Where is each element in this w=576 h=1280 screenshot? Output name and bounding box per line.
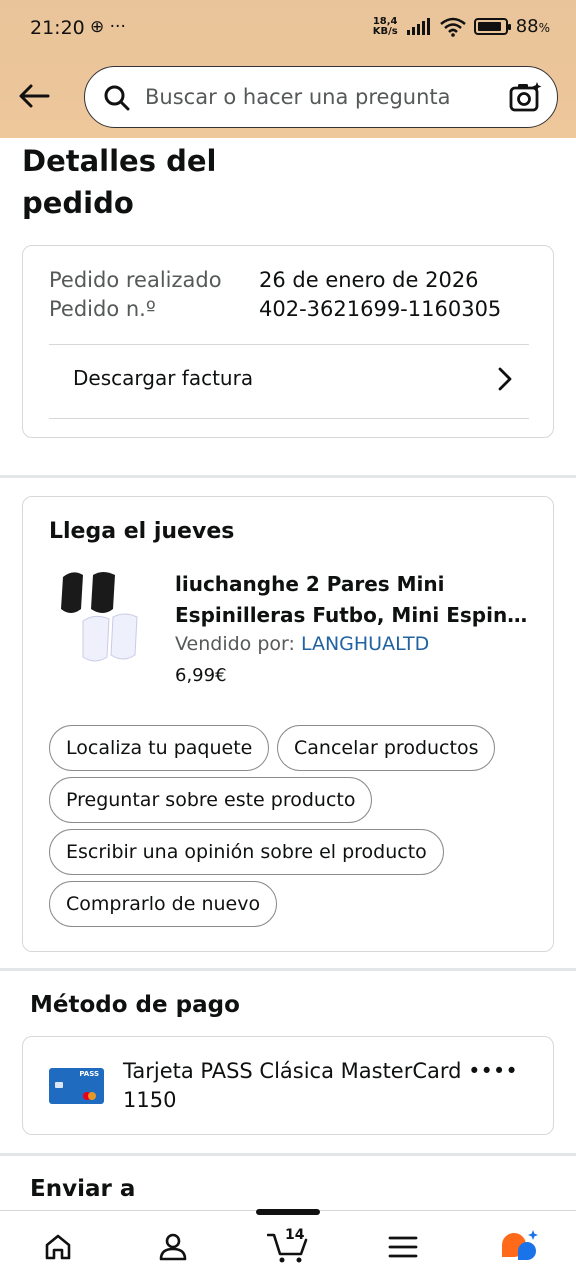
battery-icon xyxy=(473,18,511,35)
nav-home[interactable] xyxy=(33,1225,83,1269)
order-number-label: Pedido n.º xyxy=(49,297,156,321)
signal-icon xyxy=(406,17,430,35)
seller-link[interactable]: LANGHUALTD xyxy=(301,633,429,655)
ship-to-heading: Enviar a xyxy=(30,1176,136,1202)
shipment-card: Llega el jueves liuchanghe 2 Pares Mini … xyxy=(22,496,554,952)
person-icon xyxy=(159,1233,187,1261)
status-right: 18,4 KB/s 88% xyxy=(373,16,550,37)
status-time: 21:20 xyxy=(30,17,85,39)
product-price: 6,99€ xyxy=(175,665,227,686)
card-chip xyxy=(55,1082,63,1088)
arrow-left-icon xyxy=(19,84,50,108)
ask-product-button[interactable]: Preguntar sobre este producto xyxy=(49,777,373,823)
payment-card-text: Tarjeta PASS Clásica MasterCard •••• 115… xyxy=(123,1057,523,1115)
order-date-value: 26 de enero de 2026 xyxy=(259,268,479,292)
divider xyxy=(49,418,529,419)
sold-by: Vendido por: LANGHUALTD xyxy=(175,633,429,655)
sold-by-label: Vendido por: xyxy=(175,633,295,655)
cart-count-badge: 14 xyxy=(285,1227,305,1243)
back-button[interactable] xyxy=(14,76,54,116)
battery-percent: 88% xyxy=(515,16,550,37)
cancel-items-button[interactable]: Cancelar productos xyxy=(277,725,496,771)
download-invoice-label: Descargar factura xyxy=(73,366,254,390)
product-title-line: liuchanghe 2 Pares Mini xyxy=(175,572,445,596)
section-divider xyxy=(0,475,576,478)
track-package-button[interactable]: Localiza tu paquete xyxy=(49,725,270,771)
order-details-card: Pedido realizado 26 de enero de 2026 Ped… xyxy=(22,245,554,438)
nav-menu[interactable] xyxy=(378,1225,428,1269)
arrival-heading: Llega el jueves xyxy=(49,519,235,544)
wifi-icon xyxy=(439,17,466,37)
search-bar[interactable]: Buscar o hacer una pregunta xyxy=(84,66,558,128)
page-title: Detalles del pedido xyxy=(22,144,217,220)
write-review-button[interactable]: Escribir una opinión sobre el producto xyxy=(49,829,444,875)
order-number-value: 402-3621699-1160305 xyxy=(259,297,502,321)
card-brand: PASS xyxy=(79,1070,99,1078)
payment-method-heading: Método de pago xyxy=(30,992,240,1018)
nav-ai-assistant[interactable] xyxy=(494,1225,544,1269)
bottom-navigation: 14 xyxy=(0,1209,576,1280)
product-image[interactable] xyxy=(53,569,145,669)
product-title[interactable]: liuchanghe 2 Pares Mini Espinilleras Fut… xyxy=(175,569,535,631)
network-speed: 18,4 KB/s xyxy=(372,15,398,37)
active-tab-indicator xyxy=(256,1209,320,1215)
app-header: 21:20 ⊕ ··· 18,4 KB/s 88% Buscar o hacer… xyxy=(0,0,576,138)
payment-method-card: PASS Tarjeta PASS Clásica MasterCard •••… xyxy=(22,1036,554,1135)
chevron-right-icon xyxy=(498,367,512,391)
hamburger-menu-icon xyxy=(388,1236,418,1258)
status-extra-icons: ⊕ ··· xyxy=(90,17,126,37)
card-name: Tarjeta PASS Clásica MasterCard •••• xyxy=(123,1059,518,1083)
download-invoice-row[interactable]: Descargar factura xyxy=(49,344,529,418)
network-speed-value: 18,4 xyxy=(372,15,398,27)
buy-again-button[interactable]: Comprarlo de nuevo xyxy=(49,881,278,927)
nav-account[interactable] xyxy=(148,1225,198,1269)
section-divider xyxy=(0,1153,576,1156)
search-input[interactable]: Buscar o hacer una pregunta xyxy=(145,85,451,109)
search-icon xyxy=(104,85,130,111)
nav-cart[interactable]: 14 xyxy=(263,1225,313,1269)
ai-assistant-icon xyxy=(502,1230,538,1260)
section-divider xyxy=(0,968,576,971)
network-speed-unit: KB/s xyxy=(372,25,398,37)
status-bar: 21:20 ⊕ ··· 18,4 KB/s 88% xyxy=(0,0,576,58)
camera-search-icon[interactable] xyxy=(509,80,543,114)
mastercard-logo xyxy=(88,1092,96,1100)
home-icon xyxy=(45,1234,71,1260)
credit-card-image: PASS xyxy=(49,1068,104,1104)
card-last-digits: 1150 xyxy=(123,1088,177,1112)
product-title-line: Espinilleras Futbo, Mini Espin… xyxy=(175,603,528,627)
order-date-label: Pedido realizado xyxy=(49,268,222,292)
battery-level xyxy=(477,22,501,31)
